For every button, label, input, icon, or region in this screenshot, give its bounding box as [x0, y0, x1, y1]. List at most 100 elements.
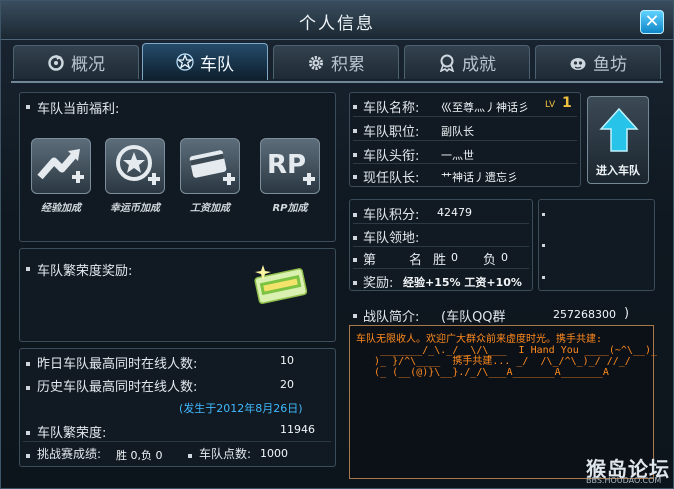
team-title-value: 一灬世 [441, 149, 474, 162]
bullet [353, 258, 357, 262]
tab-label: 鱼坊 [593, 55, 627, 75]
divider [353, 268, 529, 269]
tab-label: 积累 [331, 55, 365, 75]
prosperity-label: 车队繁荣度: [37, 426, 107, 441]
qq-group-label: (车队QQ群 [441, 310, 506, 325]
bullet [353, 314, 357, 318]
team-position-label: 车队职位: [363, 125, 420, 140]
prosperity-reward-heading: 车队繁荣度奖励: [37, 264, 133, 279]
divider [353, 116, 577, 117]
team-level: 1 [562, 95, 572, 111]
tab-label: 概况 [71, 55, 105, 75]
qq-group-value: 257268300 [553, 308, 616, 321]
enter-team-label: 进入车队 [596, 164, 640, 177]
tab-fish-workshop[interactable]: 鱼坊 [535, 45, 661, 79]
prosperity-value: 11946 [280, 423, 315, 436]
bullet [353, 153, 357, 157]
arrow-up-icon [599, 107, 639, 152]
experience-bonus-icon[interactable] [31, 138, 91, 194]
bullet [542, 244, 545, 247]
window-title: 个人信息 [299, 14, 375, 34]
bullet [26, 386, 30, 390]
team-name-label: 车队名称: [363, 101, 420, 116]
tab-achievement[interactable]: 成就 [404, 45, 530, 79]
bullet [188, 454, 192, 458]
bullet [353, 105, 357, 109]
bullet [353, 175, 357, 179]
tab-overview[interactable]: 概况 [13, 45, 139, 79]
bullet [26, 267, 30, 271]
bullet [542, 213, 545, 216]
tab-bar: 概况 车队 积累 成就 鱼坊 [11, 43, 663, 83]
yesterday-online-label: 昨日车队最高同时在线人数: [37, 357, 198, 372]
intro-text: 车队无限收人。欢迎广大群众前来虚度时光。携手共建: _______/_\._/_… [356, 334, 658, 378]
challenge-label: 挑战赛成绩: [37, 447, 102, 461]
tab-label: 车队 [200, 54, 234, 75]
bullet [26, 431, 30, 435]
history-online-value: 20 [280, 378, 294, 391]
bullet [26, 454, 30, 458]
challenge-value: 胜 0,负 0 [116, 449, 163, 462]
divider [353, 246, 529, 247]
tab-label: 成就 [462, 55, 496, 75]
benefits-heading: 车队当前福利: [37, 102, 120, 117]
territory-label: 车队领地: [363, 231, 420, 246]
bullet [26, 105, 30, 109]
divider [23, 441, 331, 442]
gear-icon [307, 54, 325, 72]
history-online-date: (发生于2012年8月26日) [179, 402, 303, 415]
benefit-label-rp: RP加成 [272, 203, 308, 214]
divider [353, 140, 577, 141]
qq-group-close: ) [624, 306, 630, 321]
wins-label: 胜 [433, 253, 447, 268]
tab-team[interactable]: 车队 [142, 43, 268, 80]
reward-value: 经验+15% 工资+10% [403, 276, 522, 289]
history-online-label: 历史车队最高同时在线人数: [37, 380, 198, 395]
team-name-value: 巛至尊灬丿神话彡 [441, 101, 529, 114]
watermark-logo: 猴岛论坛 BBS.HOUDAO.COM [586, 453, 669, 486]
tab-accumulation[interactable]: 积累 [273, 45, 399, 79]
side-list-panel [538, 199, 655, 291]
team-score-value: 42479 [437, 206, 472, 219]
divider [353, 163, 577, 164]
team-title-label: 车队头衔: [363, 149, 420, 164]
losses-value: 0 [501, 251, 508, 264]
salary-bonus-icon[interactable] [180, 138, 240, 194]
lucky-coin-bonus-icon[interactable] [105, 138, 165, 194]
intro-heading: 战队简介: [363, 310, 420, 325]
bullet [542, 276, 545, 279]
rank-prefix: 第 [363, 253, 377, 268]
yesterday-online-value: 10 [280, 354, 294, 367]
team-captain-label: 现任队长: [363, 171, 420, 186]
bullet [353, 236, 357, 240]
team-position-value: 副队长 [441, 125, 474, 138]
rp-bonus-icon[interactable]: RP [260, 138, 320, 194]
refresh-icon [47, 54, 65, 72]
bullet [353, 281, 357, 285]
team-score-label: 车队积分: [363, 208, 420, 223]
benefit-label-experience: 经验加成 [41, 203, 81, 214]
team-points-value: 1000 [260, 447, 288, 460]
reward-label: 奖励: [363, 276, 394, 291]
fish-icon [569, 54, 587, 72]
reward-ticket-icon[interactable] [251, 259, 311, 309]
divider [353, 223, 529, 224]
benefit-label-lucky-coin: 幸运币加成 [110, 203, 160, 214]
rank-suffix: 名 [409, 253, 423, 268]
bullet [26, 362, 30, 366]
star-icon [176, 53, 194, 71]
close-button[interactable]: ✕ [640, 10, 664, 34]
bullet [353, 129, 357, 133]
team-captain-value: 艹神话丿遗忘彡 [441, 171, 518, 184]
wins-value: 0 [451, 251, 458, 264]
medal-icon [438, 54, 456, 72]
personal-info-window: 个人信息 ✕ 概况 车队 积累 成就 鱼坊 车队当前福利: 经验加成 幸运币加成… [0, 0, 674, 489]
bullet [353, 213, 357, 217]
level-prefix: LV [545, 100, 556, 110]
team-points-label: 车队点数: [199, 447, 252, 461]
svg-text:RP: RP [267, 150, 306, 180]
watermark-sub: BBS.HOUDAO.COM [586, 476, 662, 485]
benefit-label-salary: 工资加成 [190, 203, 230, 214]
title-bar: 个人信息 ✕ [1, 1, 673, 40]
losses-label: 负 [483, 253, 497, 268]
